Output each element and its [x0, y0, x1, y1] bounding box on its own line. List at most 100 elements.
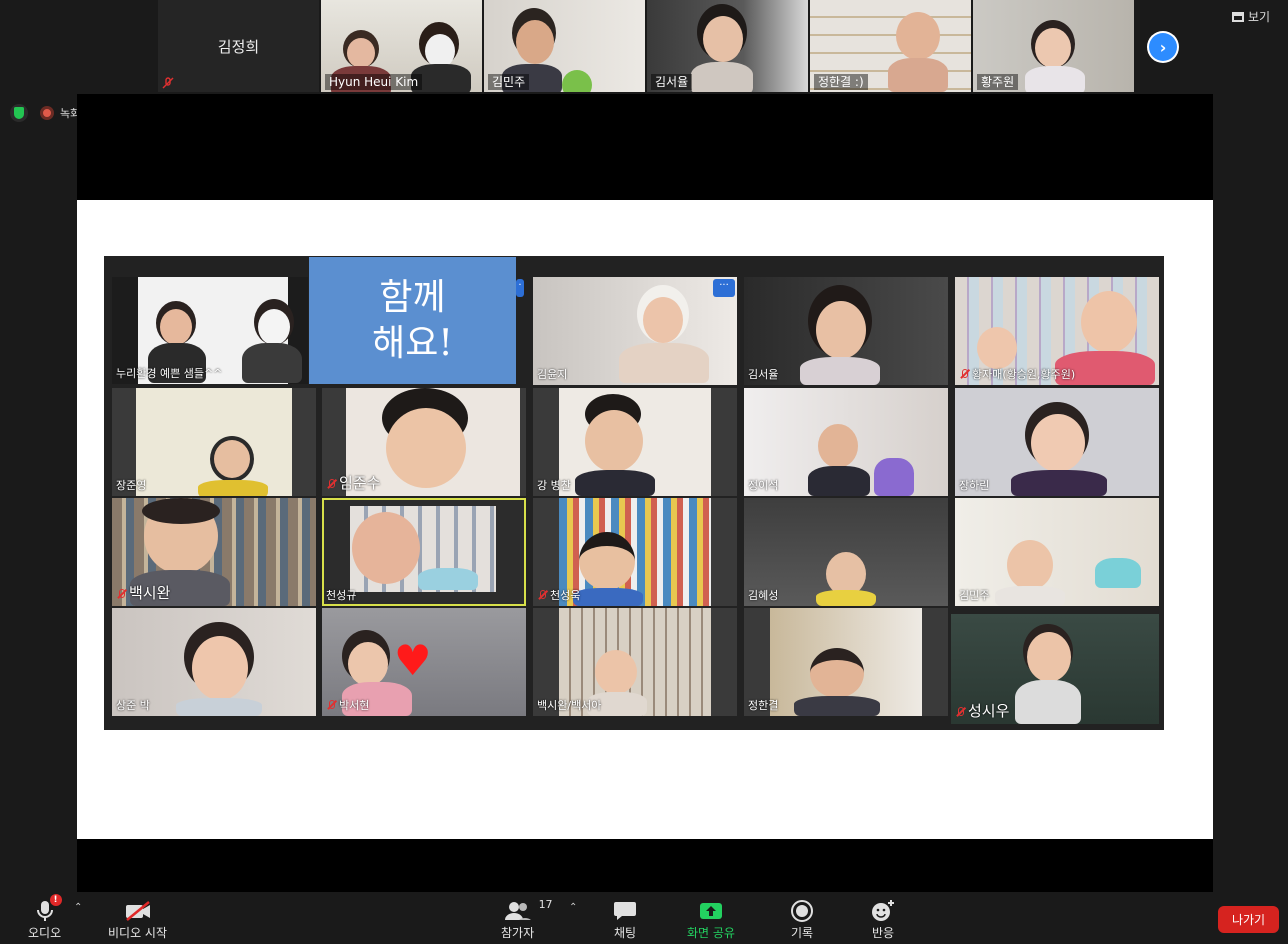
gallery-name: 정한결: [748, 699, 779, 712]
chat-label: 채팅: [613, 926, 637, 940]
participant-video-tile[interactable]: 김민주: [484, 0, 645, 92]
gallery-cell: 정이석: [744, 388, 948, 496]
participant-tile-name-only[interactable]: 김정희: [158, 0, 319, 92]
gallery-cell: 황자매(황승원,황주원): [955, 277, 1159, 385]
card-line-2: 해요!: [372, 322, 453, 364]
participant-name: 정한결 :): [814, 74, 868, 90]
grid-view-icon: [1232, 11, 1244, 22]
gallery-cell: ··· 김윤지: [533, 277, 737, 385]
gallery-name-text: 천성욱: [550, 589, 581, 602]
gallery-cell: 장하린: [955, 388, 1159, 496]
gallery-cell: 백시완/백서아: [533, 608, 737, 716]
participant-video-tile[interactable]: 정한결 :): [810, 0, 971, 92]
mic-muted-icon: [162, 77, 174, 89]
participant-name: 황주원: [977, 74, 1019, 90]
zoom-meeting-window: 김정희 Hyun Heui Kim 김민주 김서율 정한결:) 황주원 › 보…: [0, 0, 1288, 944]
chevron-right-icon: ›: [1149, 33, 1177, 61]
mic-muted-icon: [959, 369, 969, 379]
gallery-cell: 김혜성: [744, 498, 948, 606]
view-button[interactable]: 보기: [1232, 8, 1270, 25]
gallery-cell: 강 병찬: [533, 388, 737, 496]
share-screen-button[interactable]: 화면 공유: [687, 898, 735, 941]
gallery-name: 장준영: [116, 479, 147, 492]
chat-icon: [614, 902, 636, 920]
mic-muted-icon: [537, 590, 547, 600]
leave-button[interactable]: 나가기: [1218, 906, 1279, 933]
together-card: 함께 해요!: [309, 257, 516, 384]
meeting-status-bar: 녹화: [10, 104, 80, 122]
share-label: 화면 공유: [687, 926, 735, 940]
audio-label: 오디오: [28, 926, 62, 940]
gallery-cell: 천성욱: [533, 498, 737, 606]
participant-video-tile[interactable]: 황주원: [973, 0, 1134, 92]
gallery-name: 정이석: [748, 479, 779, 492]
gallery-cell: 정한결: [744, 608, 948, 716]
video-label: 비디오 시작: [108, 926, 168, 940]
participants-label: 참가자: [501, 926, 535, 940]
reactions-button[interactable]: 반응: [870, 898, 896, 941]
gallery-cell: 성시우: [951, 614, 1159, 724]
share-screen-icon: [699, 903, 722, 919]
chat-button[interactable]: 채팅: [613, 898, 637, 941]
card-line-1: 함께: [379, 276, 446, 318]
reactions-label: 반응: [871, 926, 895, 940]
gallery-name: 임준수: [326, 472, 380, 493]
participant-strip: 김정희 Hyun Heui Kim 김민주 김서율 정한결:) 황주원: [158, 0, 1134, 92]
record-label: 기록: [790, 926, 814, 940]
gallery-cell: 누리환경 예쁜 샘들^^: [112, 277, 308, 384]
gallery-name: 백시완: [116, 582, 170, 603]
more-options-icon: ···: [713, 279, 735, 297]
gallery-name: 상준 박: [116, 699, 150, 712]
gallery-cell: 백시완: [112, 498, 316, 606]
gallery-cell: 김민주: [955, 498, 1159, 606]
participants-icon: [504, 902, 531, 920]
recording-dot-icon: [40, 106, 54, 120]
gallery-name: 김민주: [959, 589, 990, 602]
gallery-name: 김혜성: [748, 589, 779, 602]
gallery-cell: 장준영: [112, 388, 316, 496]
gallery-cell-active-speaker: 천성규: [322, 498, 526, 606]
gallery-name: 황자매(황승원,황주원): [959, 366, 1075, 382]
heart-icon: ♥: [394, 636, 432, 685]
participant-name: 김서율: [651, 74, 693, 90]
audio-button[interactable]: ! 오디오: [28, 894, 62, 941]
mic-muted-icon: [116, 589, 126, 599]
gallery-cell: ♥ 박서현: [322, 608, 526, 716]
participants-count: 17: [538, 898, 553, 911]
gallery-name: 성시우: [955, 700, 1009, 721]
gallery-name: 누리환경 예쁜 샘들^^: [116, 367, 223, 380]
record-icon: [791, 900, 813, 922]
meeting-toolbar: ! 오디오 ⌃ 비디오 시작 17 참가자 ⌃ 채팅 화면 공유 기록 반응: [0, 892, 1288, 944]
emoji-add-icon: [872, 900, 894, 921]
view-button-label: 보기: [1248, 10, 1271, 24]
participants-options-caret-icon[interactable]: ⌃: [569, 902, 577, 913]
gallery-name: 김서율: [748, 368, 779, 381]
gallery-name: 천성규: [326, 589, 357, 602]
gallery-name-text: 임준수: [339, 474, 381, 492]
gallery-name: 박서현: [326, 697, 369, 713]
start-video-button[interactable]: 비디오 시작: [108, 898, 167, 941]
video-off-icon: [125, 901, 150, 921]
warning-badge: !: [49, 894, 62, 906]
participant-video-tile[interactable]: Hyun Heui Kim: [321, 0, 482, 92]
security-shield-icon[interactable]: [10, 104, 28, 122]
mic-muted-icon: [955, 707, 965, 717]
gallery-cell: 상준 박: [112, 608, 316, 716]
participant-video-tile[interactable]: 김서율: [647, 0, 808, 92]
shared-slide: 누리환경 예쁜 샘들^^ 함께 해요! · ··· 김윤지 김서율 황자매(황승…: [77, 200, 1213, 839]
gallery-name: 강 병찬: [537, 479, 571, 492]
record-button[interactable]: 기록: [790, 898, 814, 941]
participant-name: Hyun Heui Kim: [325, 74, 423, 90]
gallery-name-text: 성시우: [968, 702, 1010, 720]
shared-screen: 누리환경 예쁜 샘들^^ 함께 해요! · ··· 김윤지 김서율 황자매(황승…: [77, 94, 1213, 892]
recording-indicator[interactable]: 녹화: [40, 105, 80, 121]
more-options-icon: ·: [516, 279, 524, 297]
participant-name: 김정희: [217, 37, 260, 56]
screenshot-gallery-grid: 누리환경 예쁜 샘들^^ 함께 해요! · ··· 김윤지 김서율 황자매(황승…: [104, 256, 1164, 730]
leave-label: 나가기: [1231, 913, 1266, 927]
participants-button[interactable]: 17 참가자: [501, 898, 553, 941]
gallery-cell: 임준수: [322, 388, 526, 496]
audio-options-caret-icon[interactable]: ⌃: [74, 902, 82, 913]
next-page-button[interactable]: ›: [1147, 31, 1179, 63]
gallery-name-text: 황자매(황승원,황주원): [972, 368, 1076, 381]
